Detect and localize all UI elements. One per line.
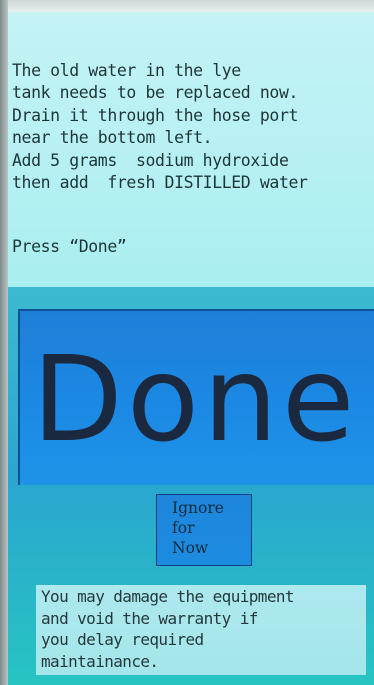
- done-button-label: Done: [32, 330, 359, 468]
- instruction-line: tank needs to be replaced now.: [12, 83, 299, 103]
- screen-bezel-top: [0, 0, 374, 12]
- instruction-panel: The old water in the lye tank needs to b…: [8, 12, 374, 287]
- done-button[interactable]: Done: [18, 309, 374, 485]
- warranty-warning-panel: You may damage the equipment and void th…: [36, 585, 366, 675]
- warning-line: you delay required: [41, 630, 204, 649]
- warning-line: You may damage the equipment: [41, 587, 295, 606]
- instruction-text: The old water in the lye tank needs to b…: [12, 60, 308, 194]
- warning-line: maintainance.: [41, 651, 159, 671]
- instruction-line: Add 5 grams sodium hydroxide: [12, 150, 289, 170]
- ignore-label-line: for: [172, 519, 195, 537]
- ignore-for-now-button[interactable]: Ignore for Now: [156, 494, 252, 566]
- touchscreen: The old water in the lye tank needs to b…: [0, 0, 374, 685]
- ignore-label-line: Now: [172, 539, 209, 557]
- ignore-button-label: Ignore for Now: [172, 498, 224, 558]
- instruction-line: near the bottom left.: [12, 128, 213, 148]
- press-done-prompt: Press “Done”: [12, 237, 127, 256]
- instruction-line: then add fresh DISTILLED water: [12, 173, 308, 193]
- instruction-line: Drain it through the hose port: [12, 105, 299, 125]
- screen-bezel-left: [0, 0, 8, 685]
- warning-text: You may damage the equipment and void th…: [41, 586, 295, 672]
- ignore-label-line: Ignore: [172, 499, 224, 517]
- instruction-line: The old water in the lye: [12, 61, 241, 80]
- warning-line: and void the warranty if: [41, 608, 258, 628]
